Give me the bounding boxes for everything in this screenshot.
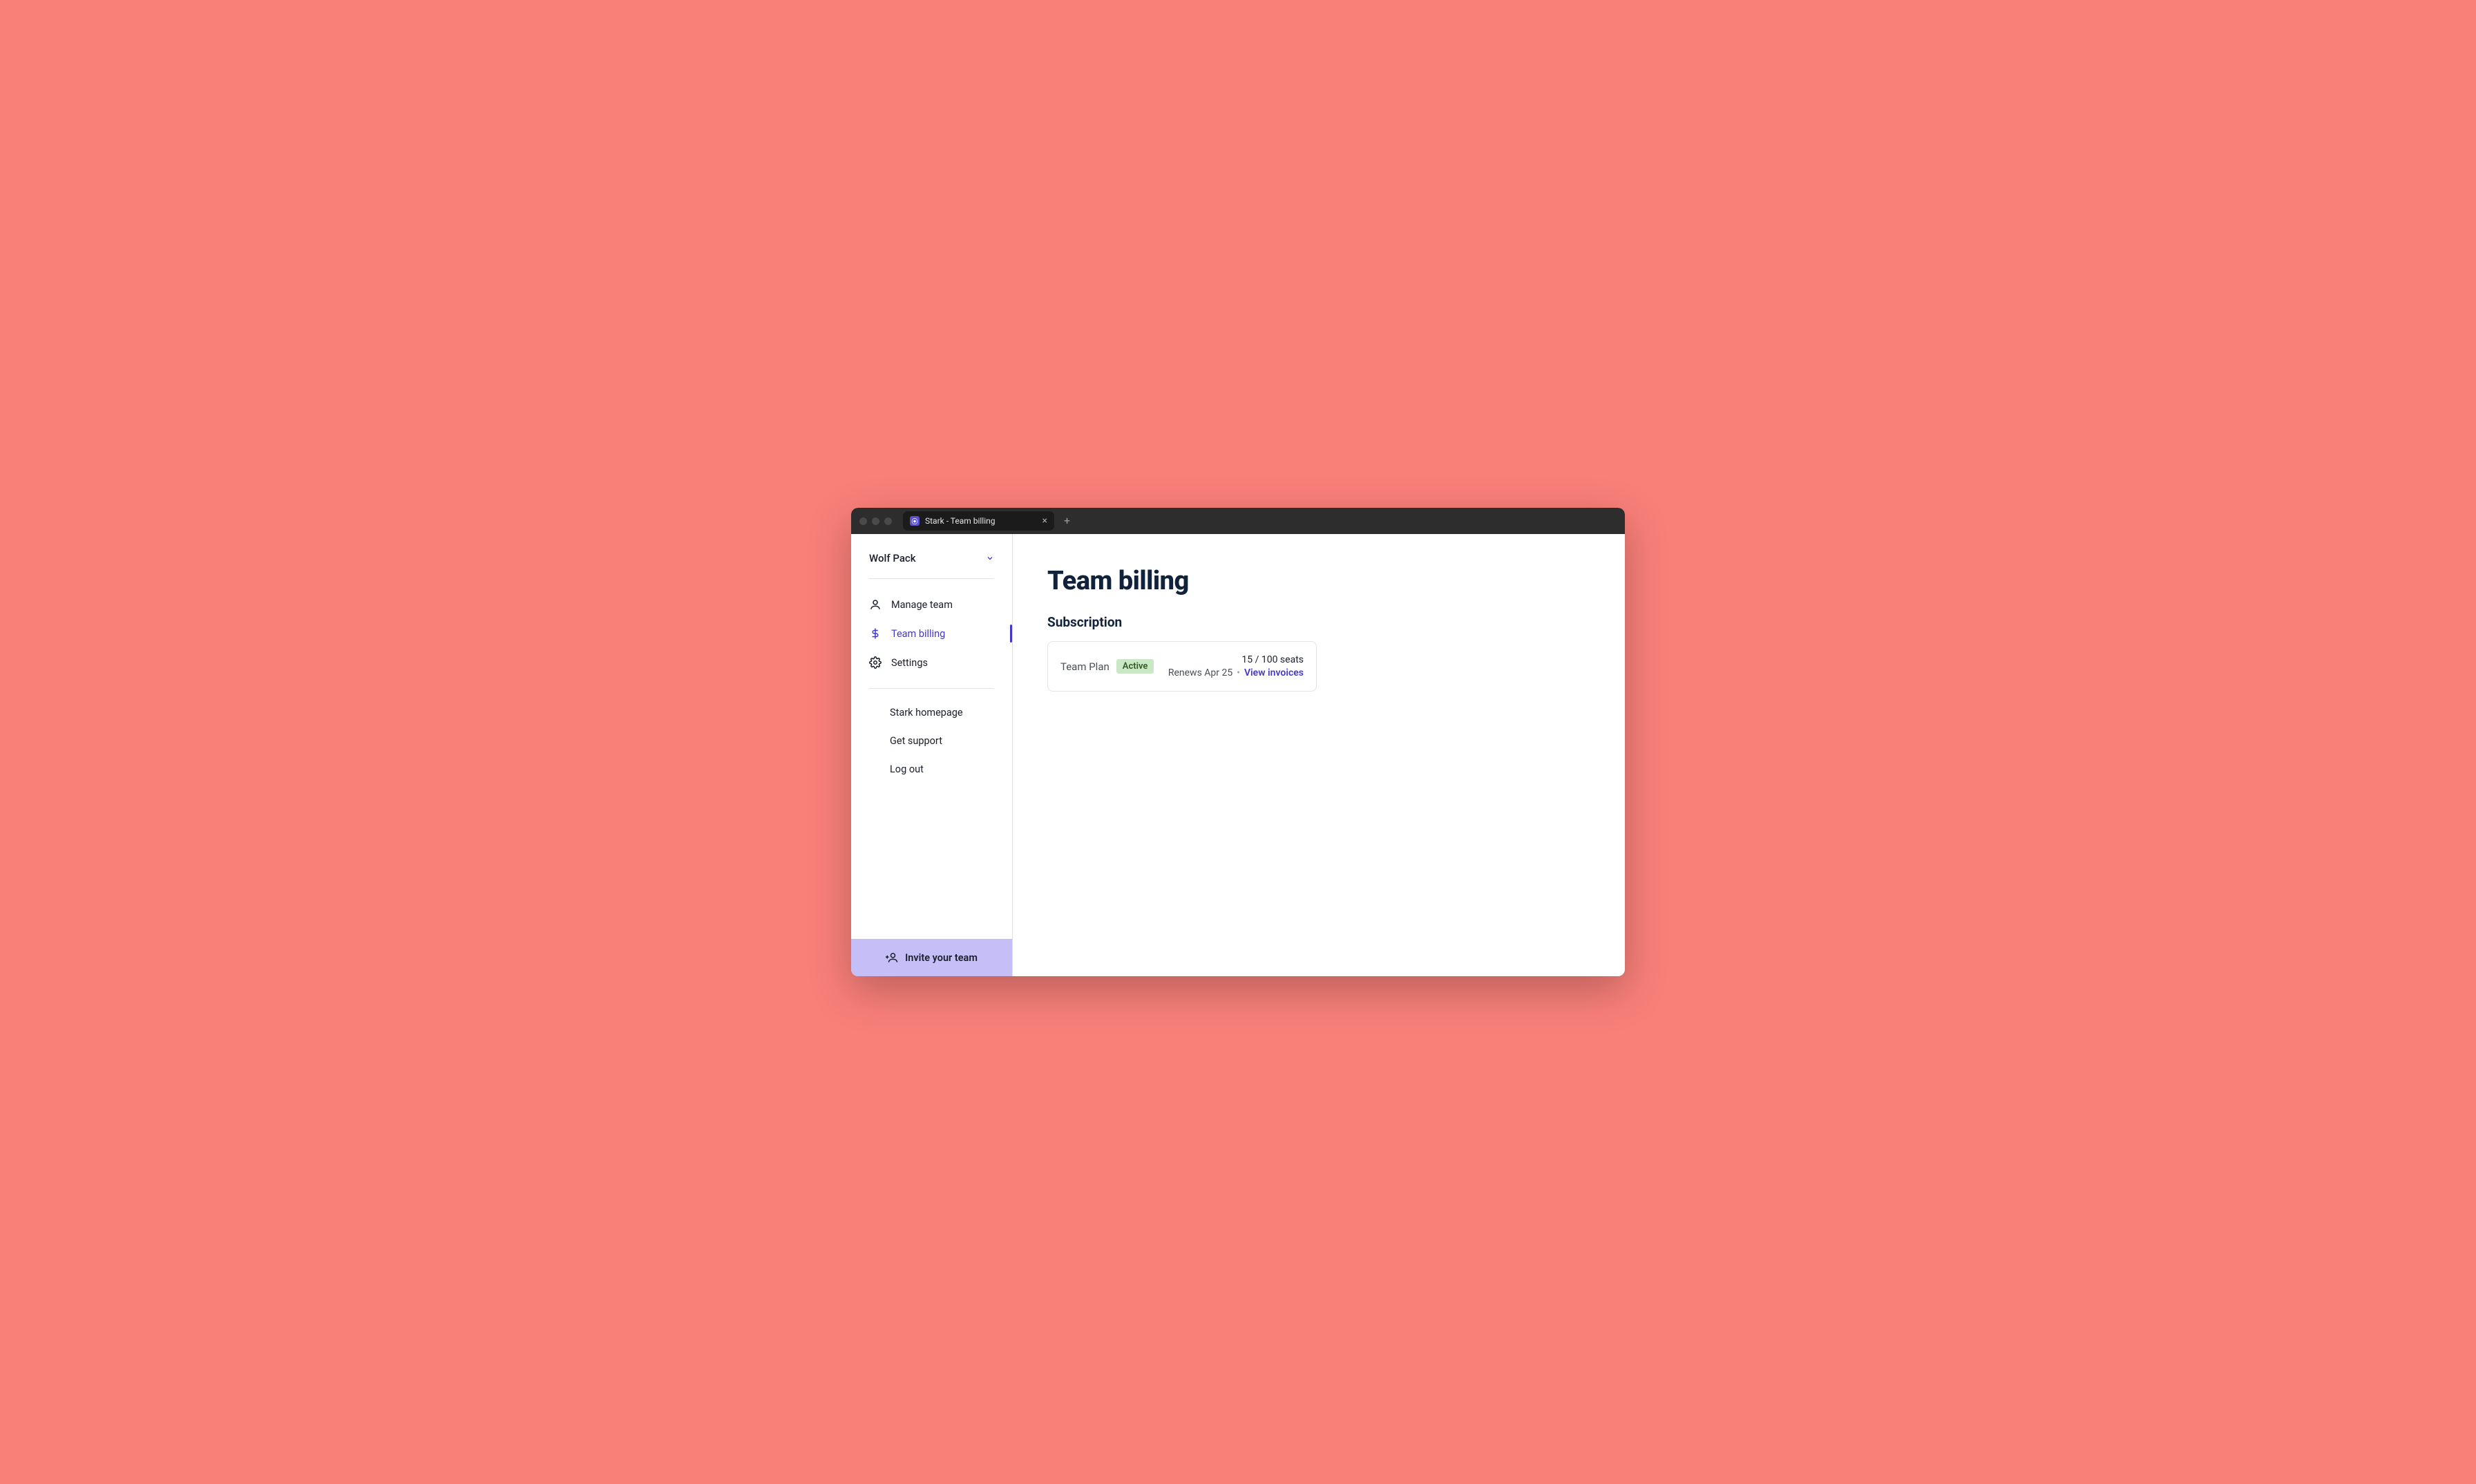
- browser-window: ⦿ Stark - Team billing × + Wolf Pack Man…: [851, 508, 1625, 976]
- sidebar-item-homepage[interactable]: Stark homepage: [851, 698, 1012, 727]
- sidebar-item-label: Settings: [891, 657, 928, 669]
- tab-title: Stark - Team billing: [925, 516, 996, 526]
- team-switcher[interactable]: Wolf Pack: [851, 542, 1012, 574]
- main-content: Team billing Subscription Team Plan Acti…: [1013, 534, 1625, 976]
- sidebar-item-team-billing[interactable]: Team billing: [851, 619, 1012, 648]
- sidebar-item-logout[interactable]: Log out: [851, 755, 1012, 783]
- traffic-light-close[interactable]: [859, 517, 867, 525]
- traffic-light-minimize[interactable]: [872, 517, 879, 525]
- new-tab-icon[interactable]: +: [1060, 515, 1074, 526]
- divider: [869, 688, 994, 689]
- sidebar: Wolf Pack Manage team Team billi: [851, 534, 1013, 976]
- plan-right: 15 / 100 seats Renews Apr 25 • View invo…: [1168, 654, 1304, 678]
- invite-label: Invite your team: [905, 952, 978, 964]
- dollar-icon: [869, 627, 882, 640]
- gear-icon: [869, 656, 882, 669]
- invite-user-icon: [886, 951, 898, 964]
- browser-tab[interactable]: ⦿ Stark - Team billing ×: [903, 511, 1054, 531]
- seats-count: 15 / 100 seats: [1168, 654, 1304, 665]
- team-name: Wolf Pack: [869, 552, 916, 564]
- sidebar-item-label: Team billing: [891, 628, 945, 640]
- page-title: Team billing: [1047, 566, 1590, 596]
- app-body: Wolf Pack Manage team Team billi: [851, 534, 1625, 976]
- traffic-light-maximize[interactable]: [884, 517, 892, 525]
- section-subscription-heading: Subscription: [1047, 614, 1590, 630]
- user-icon: [869, 598, 882, 611]
- divider: [869, 578, 994, 579]
- tab-close-icon[interactable]: ×: [1042, 516, 1047, 526]
- sidebar-item-label: Log out: [890, 763, 924, 775]
- nav-secondary: Stark homepage Get support Log out: [851, 693, 1012, 789]
- sidebar-item-label: Stark homepage: [890, 707, 963, 719]
- separator-dot: •: [1237, 667, 1240, 678]
- browser-chrome: ⦿ Stark - Team billing × +: [851, 508, 1625, 534]
- renewal-row: Renews Apr 25 • View invoices: [1168, 667, 1304, 678]
- plan-left: Team Plan Active: [1060, 659, 1154, 674]
- tab-favicon-icon: ⦿: [910, 516, 920, 526]
- subscription-card: Team Plan Active 15 / 100 seats Renews A…: [1047, 641, 1317, 692]
- invite-team-banner[interactable]: Invite your team: [851, 939, 1012, 976]
- sidebar-item-manage-team[interactable]: Manage team: [851, 590, 1012, 619]
- view-invoices-link[interactable]: View invoices: [1244, 667, 1304, 678]
- sidebar-item-label: Get support: [890, 735, 942, 747]
- renewal-date: Renews Apr 25: [1168, 667, 1232, 678]
- sidebar-item-settings[interactable]: Settings: [851, 648, 1012, 677]
- plan-name: Team Plan: [1060, 660, 1110, 673]
- spacer: [851, 789, 1012, 939]
- status-badge: Active: [1116, 659, 1154, 674]
- traffic-lights: [859, 517, 892, 525]
- chevron-down-icon: [986, 554, 994, 562]
- nav-primary: Manage team Team billing Settings: [851, 583, 1012, 684]
- sidebar-item-label: Manage team: [891, 599, 953, 611]
- sidebar-item-support[interactable]: Get support: [851, 727, 1012, 755]
